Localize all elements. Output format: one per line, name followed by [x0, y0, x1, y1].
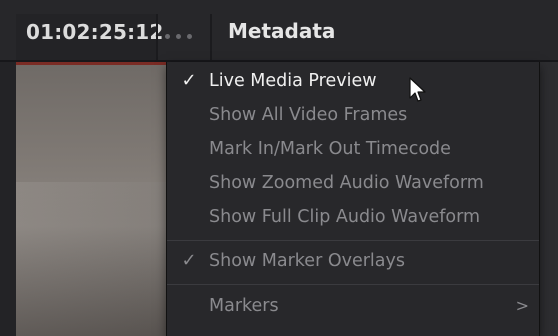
dot — [165, 33, 170, 39]
background-panel — [540, 62, 558, 336]
menu-item-markers[interactable]: Markers > — [167, 289, 539, 323]
menu-item-live-media-preview[interactable]: ✓ Live Media Preview — [167, 64, 539, 98]
menu-separator — [167, 240, 539, 241]
menu-item-label: Live Media Preview — [209, 71, 377, 91]
menu-item-label: Markers — [209, 296, 279, 316]
video-viewer — [16, 62, 166, 336]
menu-item-show-all-video-frames[interactable]: Show All Video Frames — [167, 98, 539, 132]
checkmark-icon: ✓ — [181, 70, 197, 91]
header-bar: 01:02:25:12 Metadata — [0, 0, 558, 62]
mouse-pointer-icon — [409, 77, 426, 102]
viewer-edge-highlight — [16, 62, 166, 65]
menu-item-label: Show All Video Frames — [209, 105, 408, 125]
header-divider — [156, 14, 158, 60]
viewer-image-shade — [16, 182, 166, 336]
more-dots-icon[interactable] — [165, 31, 201, 41]
chevron-right-icon: > — [515, 296, 529, 315]
menu-separator — [167, 284, 539, 285]
checkmark-icon: ✓ — [181, 250, 197, 271]
menu-item-show-zoomed-audio-waveform[interactable]: Show Zoomed Audio Waveform — [167, 166, 539, 200]
menu-item-label: Show Zoomed Audio Waveform — [209, 173, 484, 193]
options-dropdown-menu: ✓ Live Media Preview Show All Video Fram… — [166, 62, 540, 336]
menu-item-show-full-clip-audio-waveform[interactable]: Show Full Clip Audio Waveform — [167, 200, 539, 234]
timecode-text: 01:02:25:12 — [26, 20, 164, 44]
dot — [187, 33, 192, 39]
menu-item-label: Show Full Clip Audio Waveform — [209, 207, 481, 227]
menu-item-label: Mark In/Mark Out Timecode — [209, 139, 451, 159]
header-divider — [210, 14, 212, 60]
app-window: 01:02:25:12 Metadata ✓ Live Media Previe… — [0, 0, 558, 336]
menu-item-mark-in-mark-out-timecode[interactable]: Mark In/Mark Out Timecode — [167, 132, 539, 166]
dot — [176, 33, 181, 39]
menu-item-label: Show Marker Overlays — [209, 251, 405, 271]
panel-title[interactable]: Metadata — [228, 19, 335, 43]
left-panel-edge — [0, 62, 16, 336]
menu-item-show-marker-overlays[interactable]: ✓ Show Marker Overlays — [167, 244, 539, 278]
